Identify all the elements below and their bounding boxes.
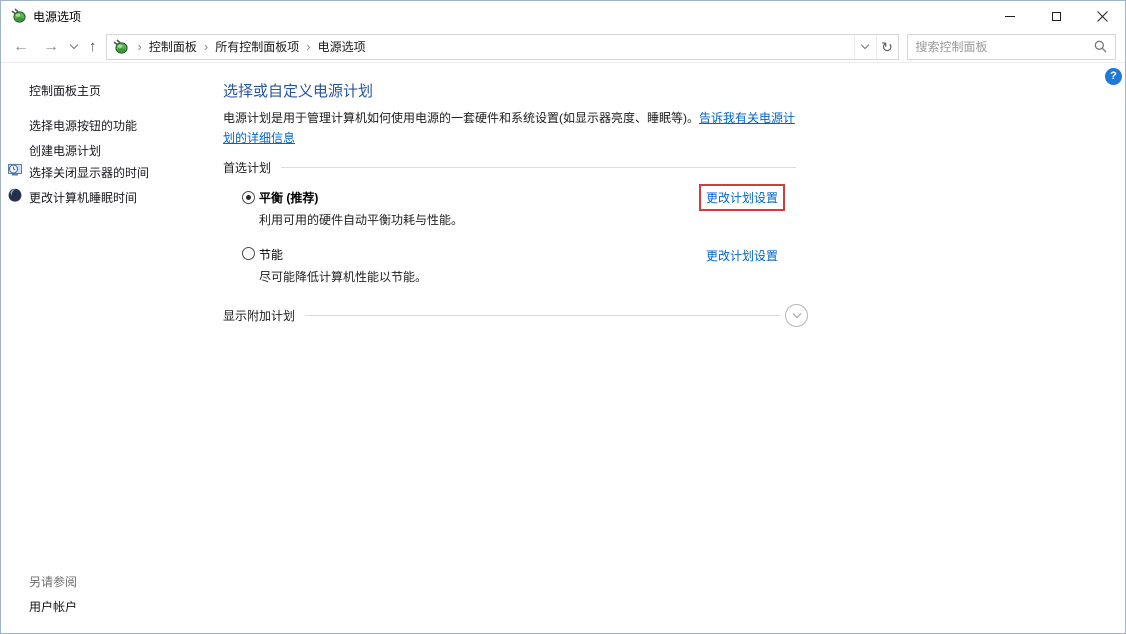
radio-power-saver[interactable] xyxy=(242,247,255,260)
display-clock-icon xyxy=(7,162,23,178)
close-button[interactable] xyxy=(1079,1,1125,31)
page-title: 选择或自定义电源计划 xyxy=(223,83,374,100)
sidebar: 控制面板主页 选择电源按钮的功能 创建电源计划 选择关闭显示器的时间 更改计算机… xyxy=(1,63,216,633)
breadcrumb-all-items[interactable]: 所有控制面板项 xyxy=(215,38,299,55)
intro-paragraph: 电源计划是用于管理计算机如何使用电源的一套硬件和系统设置(如显示器亮度、睡眠等)… xyxy=(223,108,801,148)
power-plug-icon xyxy=(10,8,26,24)
radio-balanced[interactable] xyxy=(242,191,255,204)
address-bar[interactable]: › 控制面板 › 所有控制面板项 › 电源选项 ↻ xyxy=(105,33,899,60)
annotation-highlight-box: 更改计划设置 xyxy=(699,184,786,211)
forward-button[interactable]: → xyxy=(43,38,59,55)
breadcrumb-separator-icon: › xyxy=(306,39,311,54)
plan-desc-balanced: 利用可用的硬件自动平衡功耗与性能。 xyxy=(259,213,464,227)
maximize-icon xyxy=(1051,11,1061,21)
refresh-icon: ↻ xyxy=(881,38,893,55)
sidebar-item-control-panel-home[interactable]: 控制面板主页 xyxy=(29,82,101,99)
see-also-header: 另请参阅 xyxy=(29,575,78,589)
search-icon[interactable] xyxy=(1094,40,1107,53)
intro-text: 电源计划是用于管理计算机如何使用电源的一套硬件和系统设置(如显示器亮度、睡眠等)… xyxy=(223,111,699,125)
breadcrumb-separator-icon: › xyxy=(137,39,142,54)
search-input[interactable] xyxy=(907,39,1094,54)
sidebar-item-create-plan[interactable]: 创建电源计划 xyxy=(29,142,101,159)
preferred-plans-label: 首选计划 xyxy=(223,161,272,175)
sidebar-item-display-off-time[interactable]: 选择关闭显示器的时间 xyxy=(29,164,149,181)
search-box[interactable] xyxy=(906,33,1116,60)
breadcrumb-separator-icon: › xyxy=(203,39,209,54)
plan-desc-power-saver: 尽可能降低计算机性能以节能。 xyxy=(259,270,428,284)
power-plug-icon xyxy=(112,38,128,55)
close-icon xyxy=(1096,10,1108,22)
group-divider xyxy=(305,315,780,316)
up-button[interactable]: ↑ xyxy=(89,39,97,54)
refresh-button[interactable]: ↻ xyxy=(875,34,898,59)
sidebar-item-user-accounts[interactable]: 用户帐户 xyxy=(29,598,77,615)
window-controls xyxy=(987,1,1125,31)
chevron-down-icon xyxy=(792,309,801,319)
help-icon[interactable]: ? xyxy=(1105,68,1122,85)
minimize-icon xyxy=(1005,15,1015,17)
main-content: 选择或自定义电源计划 电源计划是用于管理计算机如何使用电源的一套硬件和系统设置(… xyxy=(223,63,808,483)
window-title: 电源选项 xyxy=(33,9,82,24)
chevron-down-icon xyxy=(860,40,870,50)
address-dropdown-button[interactable] xyxy=(853,34,876,59)
change-plan-settings-link-balanced[interactable]: 更改计划设置 xyxy=(706,191,778,205)
preferred-plans-group: 首选计划 xyxy=(223,159,796,176)
breadcrumb-control-panel[interactable]: 控制面板 xyxy=(149,38,197,55)
breadcrumb-power-options[interactable]: 电源选项 xyxy=(318,38,366,55)
additional-plans-group: 显示附加计划 xyxy=(223,303,808,328)
additional-plans-label: 显示附加计划 xyxy=(223,309,296,323)
minimize-button[interactable] xyxy=(987,1,1033,31)
sidebar-item-power-buttons[interactable]: 选择电源按钮的功能 xyxy=(29,117,137,134)
maximize-button[interactable] xyxy=(1033,1,1079,31)
plan-name-power-saver[interactable]: 节能 xyxy=(259,246,283,263)
sleep-sphere-icon xyxy=(7,187,23,203)
title-bar: 电源选项 xyxy=(1,1,1125,31)
sidebar-item-sleep-time[interactable]: 更改计算机睡眠时间 xyxy=(29,189,137,206)
back-button[interactable]: ← xyxy=(13,38,29,55)
change-plan-settings-wrap: 更改计划设置 xyxy=(706,247,778,264)
group-divider xyxy=(281,167,796,168)
plan-name-balanced[interactable]: 平衡 (推荐) xyxy=(259,189,318,206)
expand-additional-plans-button[interactable] xyxy=(785,304,808,327)
recent-pages-chevron-icon[interactable] xyxy=(69,40,79,50)
change-plan-settings-link-power-saver[interactable]: 更改计划设置 xyxy=(706,249,778,263)
navigation-bar: ← → ↑ › 控制面板 › 所有控制面板项 › 电源选项 ↻ xyxy=(1,31,1125,63)
